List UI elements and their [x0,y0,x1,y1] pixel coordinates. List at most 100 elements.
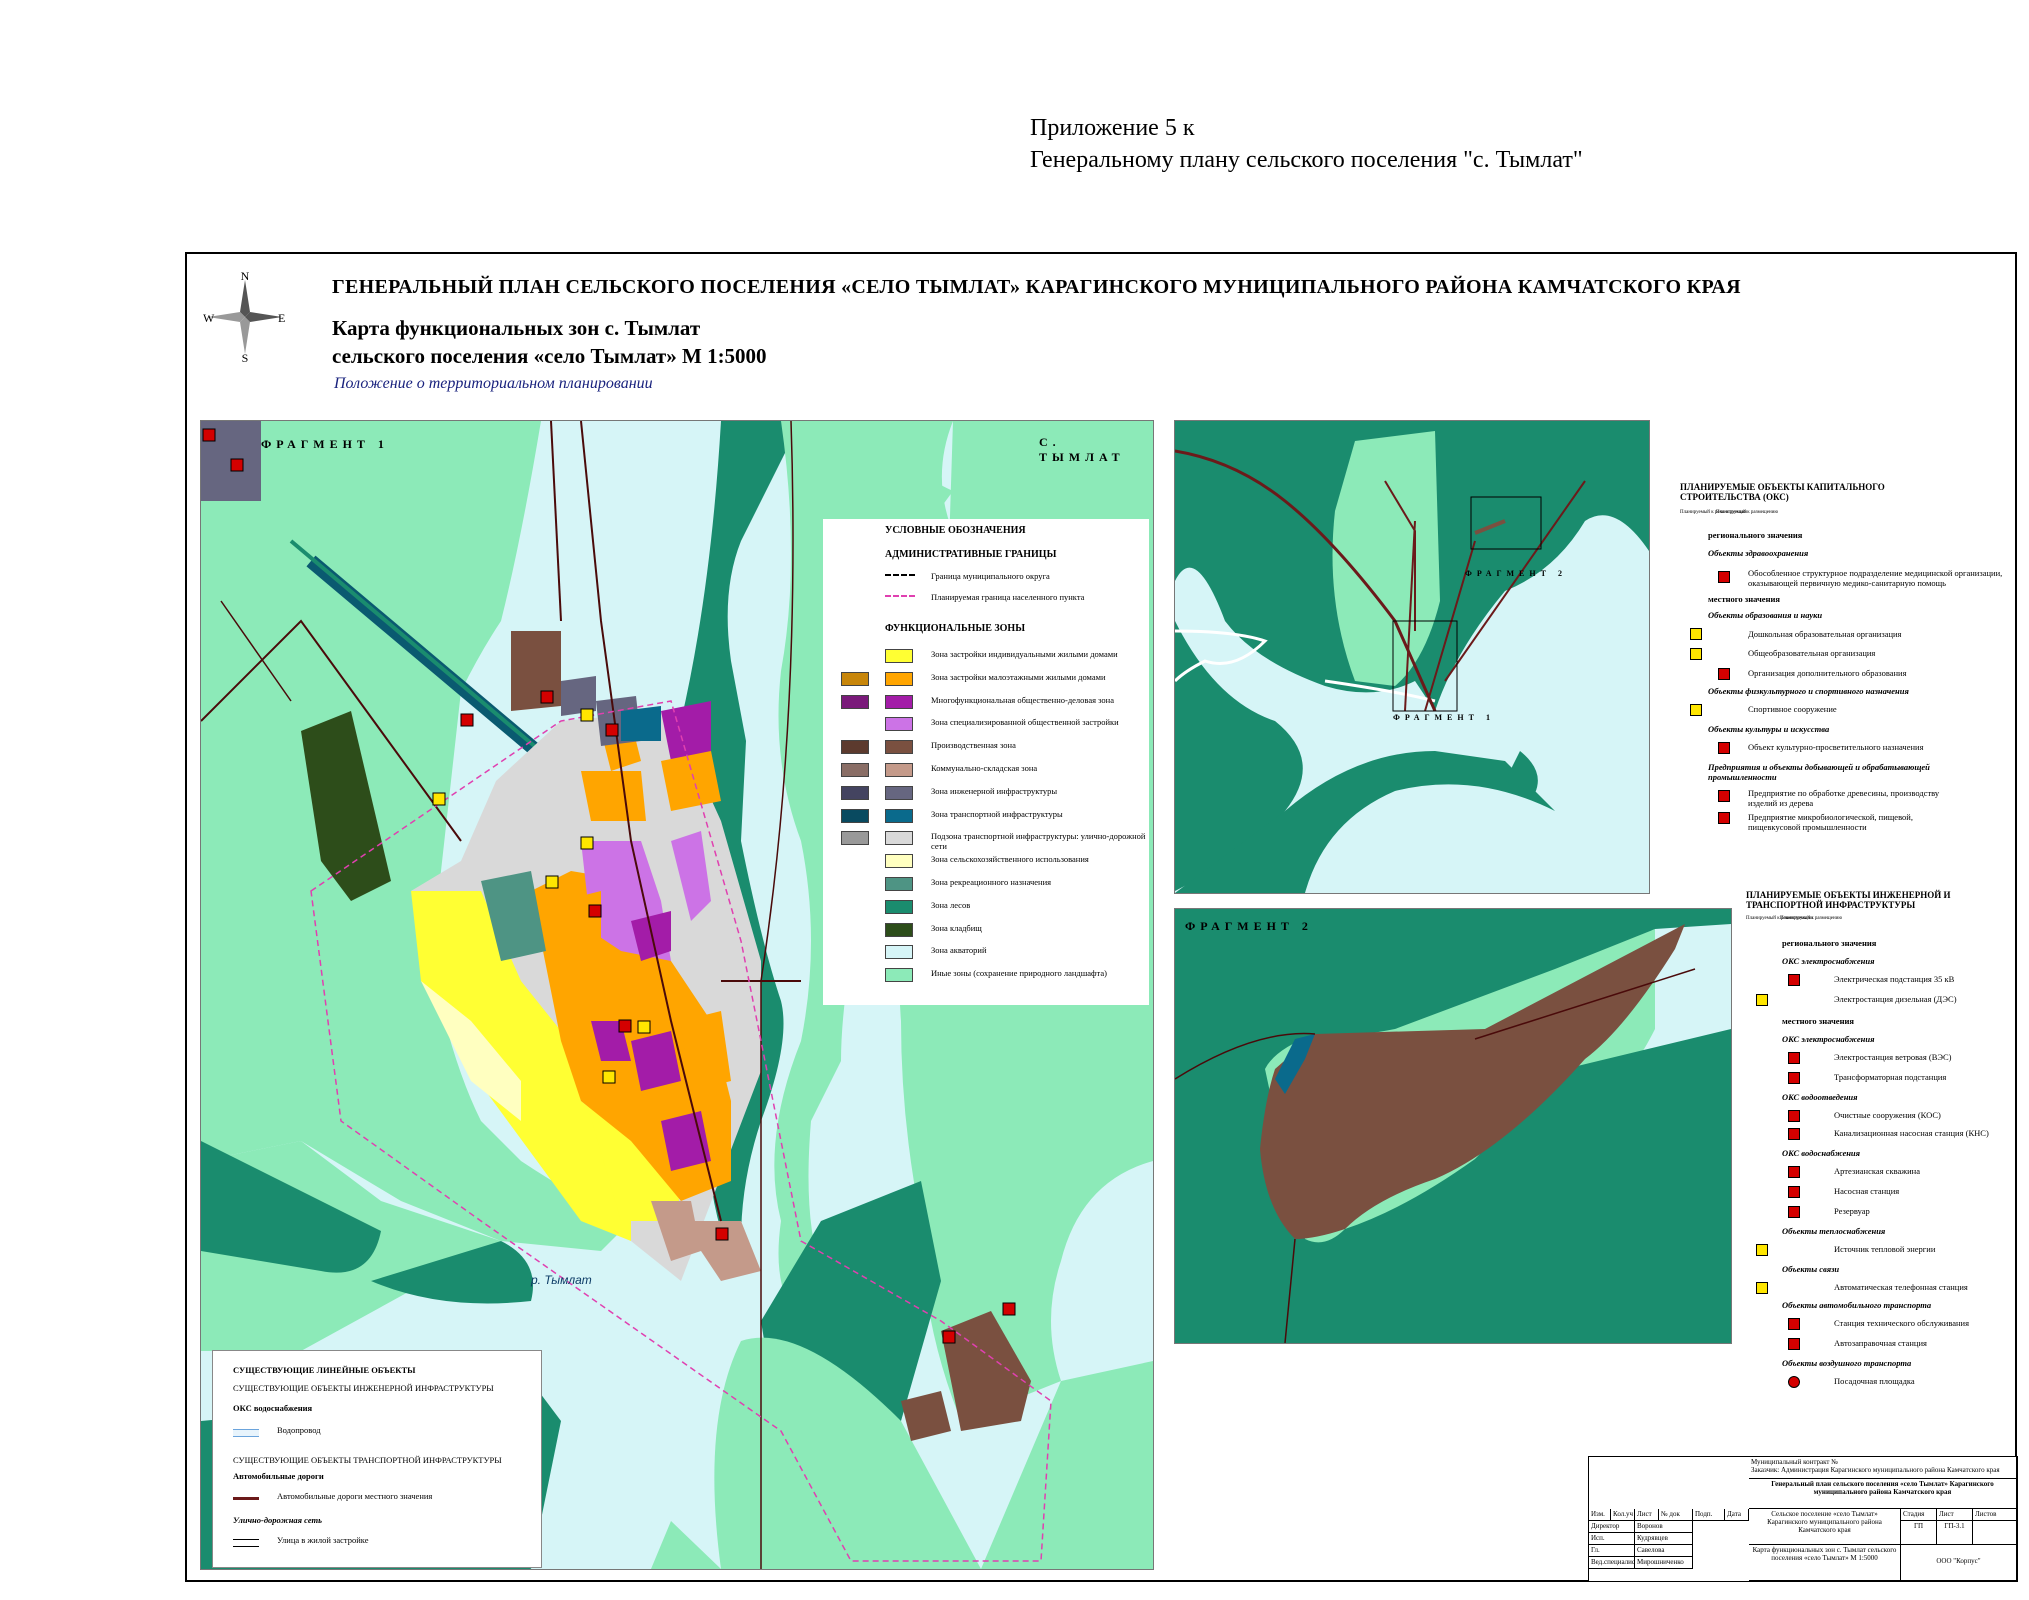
sewage-pump-icon [1788,1128,1800,1140]
oks-regional: регионального значения [1708,530,1803,540]
legend-zone-7: Зона транспортной инфраструктуры [931,808,1063,819]
subtitle-line-1: Карта функциональных зон с. Тымлат [332,316,701,340]
legend-zone-swatch-4 [885,740,913,755]
legend-zone-swatch-1 [885,671,913,686]
compass-rose-icon: N S W E [200,269,290,365]
eng-power-reg-1: Электростанция дизельная (ДЭС) [1834,994,1957,1004]
eng-sewer-0: Очистные сооружения (КОС) [1834,1110,1941,1120]
stamp-project: Генеральный план сельского поселения «се… [1749,1479,2017,1509]
eng-water: ОКС водоснабжения [1782,1148,1861,1158]
stamp-name-0: Воронов [1635,1521,1693,1533]
kindergarten-icon [1690,628,1702,640]
stamp-role-3: Вед.специалист [1589,1557,1635,1569]
stamp-company: ООО "Корпус" [1901,1545,2017,1581]
wind-plant-icon [1788,1052,1800,1064]
water-pipe-swatch [233,1429,259,1437]
legend-zone-swatch-9 [885,854,913,869]
legend-zone-10: Зона рекреационного назначения [931,877,1052,887]
service-station-icon [1788,1318,1800,1330]
legend-zone-swatch-13 [885,945,913,960]
oks-sport: Объекты физкультурного и спортивного наз… [1708,686,1909,696]
linear-title: СУЩЕСТВУЮЩИЕ ЛИНЕЙНЫЕ ОБЪЕКТЫ [233,1365,416,1375]
overview-inset-map: ФРАГМЕНТ 2 ФРАГМЕНТ 1 [1174,420,1650,894]
stamp-sheet: ГП-3.1 [1937,1521,1973,1545]
legend-zone-0: Зона застройки индивидуальными жилыми до… [931,649,1118,659]
eng-auto-1: Автозаправочная станция [1834,1338,1927,1348]
eng-water-2: Резервуар [1834,1206,1870,1216]
legend-admin-1: Планируемая граница населенного пункта [931,592,1085,602]
linear-street-header: Улично-дорожная сеть [233,1515,322,1525]
stamp-customer: Заказчик: Администрация Карагинского мун… [1751,1466,2000,1474]
extra-edu-icon [1718,668,1730,680]
linear-water-item: Водопровод [277,1425,321,1435]
legend-zone-5: Коммунально-складская зона [931,763,1038,773]
oks-education: Объекты образования и науки [1708,610,1823,620]
regulation-label: Положение о территориальном планировании [334,375,653,392]
helipad-icon [1788,1376,1800,1388]
inset-fragment-2-label: ФРАГМЕНТ 2 [1465,569,1567,578]
eng-auto: Объекты автомобильного транспорта [1782,1300,1932,1310]
legend-zone-swatch-14 [885,968,913,983]
legend-zone-swatch-3 [885,717,913,732]
wood-industry-icon [1718,790,1730,802]
fragment-2-label: ФРАГМЕНТ 2 [1185,919,1313,933]
linear-water-header: ОКС водоснабжения [233,1403,313,1413]
legend-zone-9: Зона сельскохозяйственного использования [931,854,1089,865]
eng-air: Объекты воздушного транспорта [1782,1358,1912,1368]
stamp-contract-cell: Муниципальный контракт № Заказчик: Админ… [1749,1457,2017,1479]
sport-icon [1690,704,1702,716]
stamp-h2: Лист [1635,1509,1659,1521]
oks-culture-item: Объект культурно-просветительного назнач… [1748,742,1924,752]
legend-box: УСЛОВНЫЕ ОБОЗНАЧЕНИЯ АДМИНИСТРАТИВНЫЕ ГР… [823,519,1149,1005]
stamp-stage: ГП [1901,1521,1937,1545]
oks-edu-0: Дошкольная образовательная организация [1748,629,1902,639]
road-swatch [233,1497,259,1500]
school-icon [1690,648,1702,660]
legend-zone-12: Зона кладбищ [931,922,982,933]
legend-zones-header: ФУНКЦИОНАЛЬНЫЕ ЗОНЫ [885,623,1026,634]
fragment-2-map: ФРАГМЕНТ 2 [1174,908,1732,1344]
eng-col2: Планируемый к размещению [1780,916,1843,921]
legend-zone-2: Многофункциональная общественно-деловая … [931,694,1115,705]
stamp-sheet-h: Лист [1937,1509,1973,1521]
legend-zone-swatch-2 [885,694,913,709]
stamp-sheets-h: Листов [1973,1509,2017,1521]
oks-col2: Планируемый к размещению [1716,510,1779,515]
legend-zone-swatch-reconstruct-1 [841,671,869,686]
linear-transport-header: СУЩЕСТВУЮЩИЕ ОБЪЕКТЫ ТРАНСПОРТНОЙ ИНФРАС… [233,1455,502,1465]
eng-local: местного значения [1782,1016,1854,1026]
zone-transport [621,706,661,741]
fragment-1-label: ФРАГМЕНТ 1 [261,437,389,451]
appendix-line-1: Приложение 5 к [1030,115,1195,141]
stamp-sheets [1973,1521,2017,1545]
stamp-role-0: Директор [1589,1521,1635,1533]
culture-icon [1718,742,1730,754]
legend-admin-swatch-0 [885,574,915,576]
legend-zone-swatch-5 [885,763,913,777]
eng-auto-0: Станция технического обслуживания [1834,1318,1970,1328]
legend-zone-13: Зона акваторий [931,945,987,956]
stamp-name-3: Мирошниченко [1635,1557,1693,1569]
appendix-line-2: Генеральному плану сельского поселения "… [1030,147,1583,173]
eng-heat-item: Источник тепловой энергии [1834,1244,1936,1254]
legend-admin-0: Граница муниципального округа [931,571,1050,581]
legend-zone-swatch-reconstruct-5 [841,763,869,777]
fuel-station-icon [1788,1338,1800,1350]
legend-zone-swatch-12 [885,922,913,937]
legend-zone-11: Зона лесов [931,899,971,910]
reservoir-icon [1788,1206,1800,1218]
treatment-icon [1788,1110,1800,1122]
compass-w: W [203,311,215,325]
transformer-icon [1788,1072,1800,1084]
eng-sewer-1: Канализационная насосная станция (КНС) [1834,1128,1989,1138]
eng-comm-item: Автоматическая телефонная станция [1834,1282,1968,1292]
compass-e: E [278,311,285,325]
stamp-h0: Изм. [1589,1509,1611,1521]
appendix-note: Приложение 5 к Генеральному плану сельск… [1030,112,1583,176]
eng-water-0: Артезианская скважина [1834,1166,1920,1176]
inset-fragment-1-label: ФРАГМЕНТ 1 [1393,713,1495,722]
linear-street-item: Улица в жилой застройке [277,1535,369,1545]
health-symbol-icon [1718,571,1730,583]
oks-industry-0: Предприятие по обработке древесины, прои… [1748,788,1940,808]
linear-roads-item: Автомобильные дороги местного значения [277,1491,433,1501]
